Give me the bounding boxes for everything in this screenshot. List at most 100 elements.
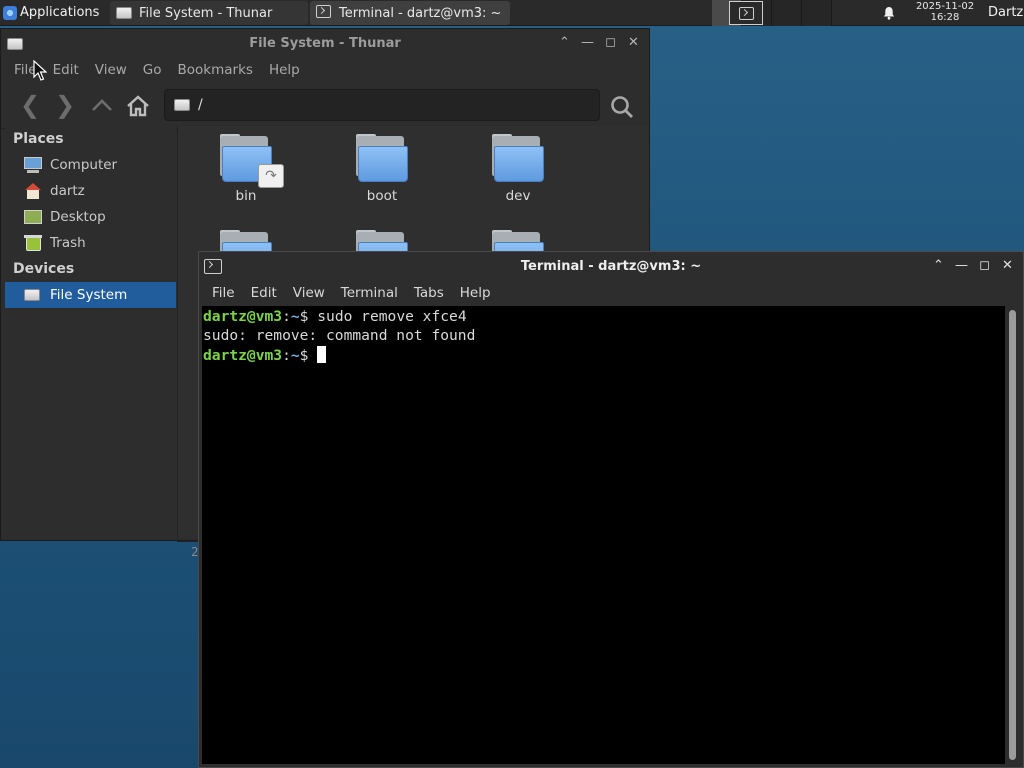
forward-arrow-icon[interactable]: ❯ [52, 93, 78, 119]
file-name: boot [366, 188, 398, 204]
menu-file[interactable]: File [204, 285, 243, 301]
sidebar-item-label: File System [50, 287, 128, 303]
prompt-user: dartz@vm3 [203, 346, 283, 364]
sidebar-item-label: dartz [50, 183, 85, 199]
menu-help[interactable]: Help [452, 285, 499, 301]
terminal-line: dartz@vm3:~$ [203, 345, 1004, 365]
prompt-symbol: $ [299, 346, 318, 364]
menu-tabs[interactable]: Tabs [406, 285, 452, 301]
thunar-sidebar: Places Computer dartz Desktop Trash Devi… [5, 126, 176, 538]
location-path: / [198, 97, 203, 113]
minimize-button[interactable]: — [952, 257, 971, 275]
menu-bookmarks[interactable]: Bookmarks [170, 62, 261, 78]
menu-view[interactable]: View [87, 62, 135, 78]
taskbar-button-terminal[interactable]: Terminal - dartz@vm3: ~ [310, 1, 510, 25]
applications-label: Applications [20, 5, 100, 20]
sidebar-item-file-system[interactable]: File System [5, 282, 176, 308]
mouse-pointer-icon [33, 60, 47, 81]
file-item-bin[interactable]: ↷ bin [206, 134, 286, 204]
search-icon[interactable] [609, 94, 635, 120]
file-item-dev[interactable]: dev [478, 134, 558, 204]
thunar-menubar: File Edit View Go Bookmarks Help [1, 57, 649, 83]
prompt-separator: : [282, 346, 291, 364]
thunar-toolbar: ❮ ❯ / [1, 83, 649, 129]
maximize-button[interactable]: ◻ [975, 257, 994, 275]
sidebar-header-places: Places [13, 131, 64, 147]
menu-terminal[interactable]: Terminal [333, 285, 406, 301]
desktop-icon [24, 209, 42, 225]
folder-icon [354, 134, 410, 184]
sidebar-item-label: Computer [50, 157, 118, 173]
terminal-scrollbar[interactable] [1006, 306, 1020, 764]
shade-button[interactable]: ⌃ [555, 34, 574, 52]
prompt-path: ~ [290, 346, 300, 364]
back-arrow-icon[interactable]: ❮ [17, 93, 43, 119]
workspace-switcher[interactable] [712, 0, 832, 26]
home-icon [24, 183, 42, 199]
panel-clock[interactable]: 2025-11-02 16:28 [905, 1, 985, 23]
menu-edit[interactable]: Edit [243, 285, 285, 301]
thunar-titlebar[interactable]: File System - Thunar ⌃ — ◻ ✕ [1, 29, 649, 57]
command-output: sudo: remove: command not found [203, 327, 476, 345]
sidebar-header-devices: Devices [13, 261, 75, 277]
drive-icon [24, 287, 42, 303]
folder-link-icon: ↷ [218, 134, 284, 188]
sidebar-item-label: Desktop [50, 209, 106, 225]
shade-button[interactable]: ⌃ [929, 257, 948, 275]
close-button[interactable]: ✕ [624, 34, 643, 52]
trash-icon [24, 235, 42, 251]
prompt-user: dartz@vm3 [203, 308, 283, 325]
file-name: dev [505, 188, 531, 204]
scrollbar-thumb[interactable] [1009, 310, 1016, 760]
minimize-button[interactable]: — [578, 34, 597, 52]
terminal-titlebar[interactable]: Terminal - dartz@vm3: ~ ⌃ — ◻ ✕ [199, 252, 1023, 280]
workspace-4[interactable] [802, 0, 832, 26]
clock-date: 2025-11-02 [915, 1, 975, 12]
drive-icon [116, 5, 132, 21]
maximize-button[interactable]: ◻ [601, 34, 620, 52]
applications-menu-button[interactable]: Applications [0, 0, 110, 26]
sidebar-item-label: Trash [50, 235, 86, 251]
user-menu[interactable]: Dartz [988, 5, 1023, 20]
terminal-line: dartz@vm3:~$ sudo remove xfce4 [203, 307, 1004, 326]
location-bar[interactable]: / [164, 89, 600, 121]
terminal-line: sudo: remove: command not found [203, 326, 1004, 345]
terminal-window: Terminal - dartz@vm3: ~ ⌃ — ◻ ✕ File Edi… [198, 251, 1024, 768]
home-button-icon[interactable] [125, 93, 151, 119]
command-text: sudo remove xfce4 [317, 308, 467, 325]
sidebar-item-computer[interactable]: Computer [5, 152, 176, 178]
taskbar-label: File System - Thunar [139, 5, 273, 21]
terminal-output[interactable]: dartz@vm3:~$ sudo remove xfce4 sudo: rem… [202, 306, 1005, 764]
up-arrow-icon[interactable] [89, 93, 115, 119]
file-item-boot[interactable]: boot [342, 134, 422, 204]
text-cursor [317, 345, 327, 363]
clock-time: 16:28 [930, 12, 960, 23]
taskbar-label: Terminal - dartz@vm3: ~ [339, 5, 502, 21]
taskbar-button-thunar[interactable]: File System - Thunar [110, 1, 308, 25]
notification-bell-icon[interactable] [882, 6, 896, 20]
terminal-icon [739, 7, 754, 20]
window-title: File System - Thunar [249, 35, 401, 51]
window-title: Terminal - dartz@vm3: ~ [520, 258, 702, 274]
prompt-path: ~ [290, 308, 300, 325]
top-panel: Applications File System - Thunar Termin… [0, 0, 1024, 26]
prompt-symbol: $ [299, 308, 318, 325]
computer-icon [24, 157, 42, 173]
folder-icon [490, 134, 546, 184]
menu-edit[interactable]: Edit [45, 62, 87, 78]
menu-go[interactable]: Go [135, 62, 170, 78]
workspace-window-preview [729, 1, 763, 25]
file-name: bin [235, 188, 257, 204]
sidebar-item-home[interactable]: dartz [5, 178, 176, 204]
drive-icon [174, 99, 190, 111]
prompt-separator: : [282, 308, 291, 325]
sidebar-item-desktop[interactable]: Desktop [5, 204, 176, 230]
terminal-menubar: File Edit View Terminal Tabs Help [199, 280, 1023, 306]
sidebar-item-trash[interactable]: Trash [5, 230, 176, 256]
workspace-3[interactable] [772, 0, 802, 26]
menu-view[interactable]: View [285, 285, 333, 301]
menu-help[interactable]: Help [261, 62, 308, 78]
xfce-logo-icon [3, 5, 17, 20]
close-button[interactable]: ✕ [998, 257, 1017, 275]
terminal-icon [316, 5, 332, 21]
